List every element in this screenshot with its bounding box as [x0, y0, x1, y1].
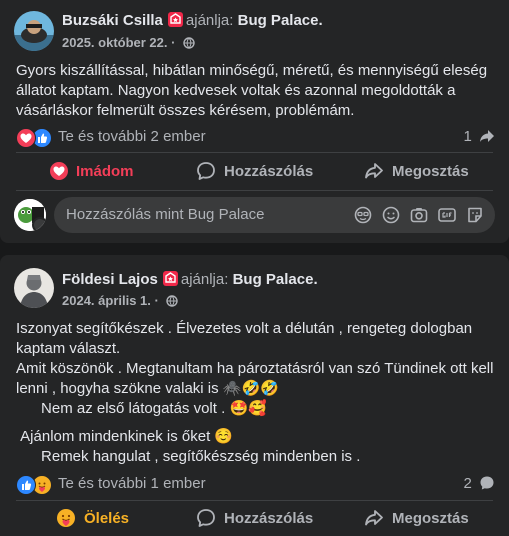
post-paragraph: Ajánlom mindenkinek is őket ☺️ [16, 428, 234, 445]
comment-button-label: Hozzászólás [224, 509, 314, 527]
love-reaction-icon [50, 162, 68, 180]
action-bar: Ölelés Hozzászólás Megosztás [0, 500, 509, 536]
share-arrow-icon [480, 130, 494, 142]
share-button-label: Megosztás [392, 162, 469, 180]
comment-input[interactable]: Hozzászólás mint Bug Palace [54, 197, 495, 233]
comment-icon [197, 162, 215, 180]
avatar[interactable] [14, 11, 54, 51]
chevron-down-icon[interactable] [32, 217, 46, 231]
share-button[interactable]: Megosztás [364, 500, 469, 536]
comment-button[interactable]: Hozzászólás [196, 153, 313, 189]
post-meta: 2025. október 22. · [62, 35, 195, 50]
page-avatar[interactable] [14, 199, 46, 231]
review-post: Buzsáki Csilla ajánlja: Bug Palace. 2025.… [0, 0, 509, 243]
reactions-summary[interactable]: Te és további 1 ember 2 [16, 473, 495, 497]
comment-bubble-icon [480, 476, 494, 490]
recommends-verb: ajánlja: [180, 271, 229, 288]
review-post: Földesi Lajos ajánlja: Bug Palace. 2024. … [0, 255, 509, 536]
author-name[interactable]: Földesi Lajos [62, 271, 158, 288]
author-name[interactable]: Buzsáki Csilla [62, 12, 163, 29]
recommendation-icon [162, 271, 178, 286]
post-paragraph: Iszonyat segítőkészek . Élvezetes volt a… [16, 320, 477, 357]
post-header: Földesi Lajos ajánlja: Bug Palace. [62, 271, 318, 288]
divider [16, 190, 493, 191]
comment-count-value: 2 [463, 475, 472, 492]
share-count-value: 1 [463, 128, 472, 145]
like-reaction-icon [16, 475, 36, 495]
post-paragraph: Amit köszönök . Megtanultam ha pároztatá… [16, 360, 498, 397]
avatar[interactable] [14, 268, 54, 308]
sticker-icon[interactable] [465, 205, 485, 225]
comment-tools [353, 205, 485, 225]
comment-icon [197, 509, 215, 527]
comment-count[interactable]: 2 [463, 475, 495, 492]
comment-button[interactable]: Hozzászólás [196, 500, 313, 536]
post-body: Gyors kiszállítással, hibátlan minőségű,… [16, 61, 495, 121]
post-date[interactable]: 2024. április 1. [62, 293, 151, 308]
reactions-summary[interactable]: Te és további 2 ember 1 [16, 126, 495, 150]
post-body: Iszonyat segítőkészek . Élvezetes volt a… [16, 319, 495, 467]
share-icon [365, 163, 383, 179]
post-header: Buzsáki Csilla ajánlja: Bug Palace. [62, 12, 323, 29]
camera-icon[interactable] [409, 205, 429, 225]
page-name[interactable]: Bug Palace [238, 12, 319, 29]
page-name[interactable]: Bug Palace. [233, 271, 318, 288]
share-icon [365, 510, 383, 526]
post-paragraph: Nem az első látogatás volt . 🤩🥰 [16, 400, 267, 417]
love-reaction-icon [16, 128, 36, 148]
globe-icon [166, 295, 179, 307]
comment-composer: Hozzászólás mint Bug Palace [14, 195, 495, 235]
post-paragraph: Gyors kiszállítással, hibátlan minőségű,… [16, 62, 492, 119]
reactions-text: Te és további 2 ember [58, 128, 206, 145]
comment-placeholder: Hozzászólás mint Bug Palace [66, 206, 265, 223]
comment-button-label: Hozzászólás [224, 162, 314, 180]
love-button-label: Imádom [76, 162, 134, 180]
post-date[interactable]: 2025. október 22. [62, 35, 168, 50]
care-reaction-icon [57, 509, 75, 527]
action-bar: Imádom Hozzászólás Megosztás [0, 153, 509, 189]
recommendation-icon [167, 12, 183, 27]
emoji-icon[interactable] [381, 205, 401, 225]
share-count[interactable]: 1 [463, 128, 495, 145]
gif-icon[interactable] [437, 205, 457, 225]
care-button-label: Ölelés [84, 509, 130, 527]
globe-icon [183, 37, 195, 49]
share-button[interactable]: Megosztás [364, 153, 469, 189]
post-meta: 2024. április 1. · [62, 293, 179, 308]
reactions-text: Te és további 1 ember [58, 475, 206, 492]
share-button-label: Megosztás [392, 509, 469, 527]
avatar-sticker-icon[interactable] [353, 205, 373, 225]
love-button[interactable]: Imádom [50, 153, 134, 189]
recommends-verb: ajánlja: [185, 12, 234, 29]
care-button[interactable]: Ölelés [56, 500, 129, 536]
post-paragraph: Remek hangulat , segítőkészség mindenben… [16, 448, 361, 465]
